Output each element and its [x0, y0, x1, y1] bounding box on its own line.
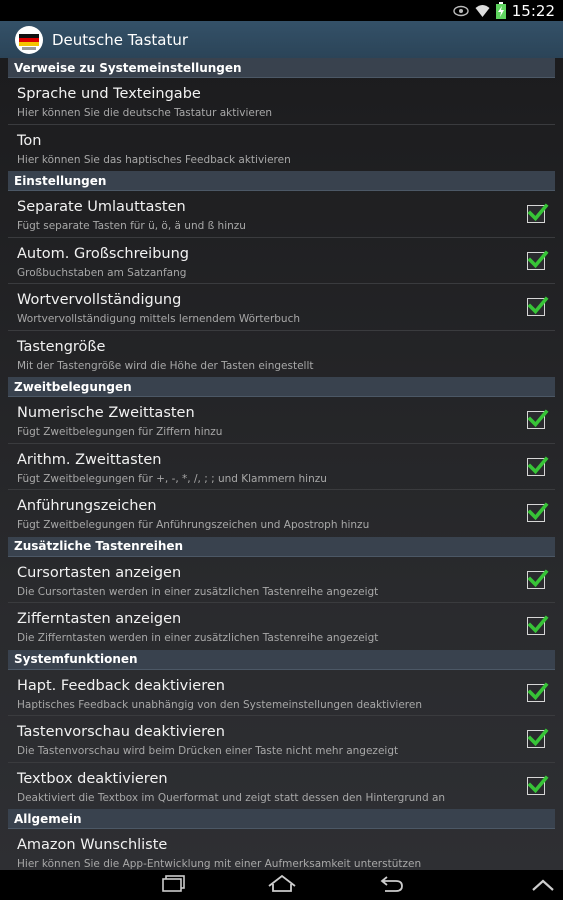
preference-summary: Die Zifferntasten werden in einer zusätz…: [17, 632, 379, 644]
status-time: 15:22: [511, 1, 555, 20]
home-icon[interactable]: [266, 874, 298, 898]
preference-item[interactable]: Textbox deaktivieren Deaktiviert die Text…: [8, 763, 555, 810]
checkmark-icon: [527, 681, 549, 700]
preference-list[interactable]: Verweise zu Systemeinstellungen Sprache u…: [0, 58, 563, 870]
eye-icon: [453, 5, 469, 17]
action-bar: Deutsche Tastatur: [0, 21, 563, 58]
preference-title: Autom. Großschreibung: [17, 245, 189, 262]
preference-checkbox[interactable]: [527, 615, 549, 635]
recent-apps-icon[interactable]: [161, 874, 187, 898]
preference-title: Sprache und Texteingabe: [17, 86, 201, 102]
checkmark-icon: [527, 615, 549, 634]
preference-item[interactable]: Arithm. Zweittasten Fügt Zweitbelegungen …: [8, 444, 555, 490]
preference-title: Hapt. Feedback deaktivieren: [17, 677, 225, 694]
checkmark-icon: [527, 409, 549, 428]
preference-item[interactable]: Hapt. Feedback deaktivieren Haptisches Fe…: [8, 670, 555, 716]
preference-title: Zifferntasten anzeigen: [17, 611, 182, 627]
preference-item[interactable]: Sprache und Texteingabe Hier können Sie d…: [8, 78, 555, 125]
preference-title: Numerische Zweittasten: [17, 405, 195, 421]
wifi-icon: [475, 4, 490, 18]
section-header: Zusätzliche Tastenreihen: [8, 536, 555, 557]
section-header: Systemfunktionen: [8, 649, 555, 670]
checkmark-icon: [527, 249, 549, 268]
checkmark-icon: [527, 203, 549, 222]
preference-summary: Haptisches Feedback unabhängig von den S…: [17, 698, 422, 711]
preference-checkbox[interactable]: [527, 455, 549, 476]
preference-item[interactable]: Anführungszeichen Fügt Zweitbelegungen fü…: [8, 490, 555, 537]
preference-summary: Hier können Sie das haptisches Feedback …: [17, 153, 291, 166]
status-bar: 15:22: [0, 0, 563, 21]
preference-summary: Hier können Sie die deutsche Tastatur ak…: [17, 107, 273, 119]
section-header: Einstellungen: [8, 171, 555, 191]
preference-checkbox[interactable]: [527, 203, 549, 223]
preference-checkbox[interactable]: [527, 568, 549, 589]
preference-item[interactable]: Ton Hier können Sie das haptisches Feedba…: [8, 125, 555, 172]
preference-title: Textbox deaktivieren: [17, 770, 168, 787]
preference-summary: Großbuchstaben am Satzanfang: [17, 266, 187, 279]
preference-summary: Die Cursortasten werden in einer zusätzl…: [17, 585, 379, 598]
checkmark-icon: [527, 568, 549, 587]
battery-charging-icon: [495, 2, 506, 19]
preference-checkbox[interactable]: [527, 249, 549, 270]
section-header: Verweise zu Systemeinstellungen: [8, 58, 555, 78]
preference-summary: Fügt Zweitbelegungen für Anführungszeich…: [17, 519, 370, 531]
preference-title: Wortvervollständigung: [17, 292, 182, 308]
checkmark-icon: [527, 502, 549, 521]
preference-checkbox[interactable]: [527, 296, 549, 316]
preference-checkbox[interactable]: [527, 409, 549, 429]
preference-checkbox[interactable]: [527, 681, 549, 702]
preference-summary: Deaktiviert die Textbox im Querformat un…: [17, 791, 446, 804]
preference-checkbox[interactable]: [527, 728, 549, 748]
section-header: Zweitbelegungen: [8, 377, 555, 397]
preference-summary: Mit der Tastengröße wird die Höhe der Ta…: [17, 359, 314, 372]
preference-item[interactable]: Numerische Zweittasten Fügt Zweitbelegung…: [8, 397, 555, 444]
preference-title: Tastenvorschau deaktivieren: [17, 724, 225, 740]
preference-title: Anführungszeichen: [17, 498, 157, 514]
preference-title: Separate Umlauttasten: [17, 199, 186, 215]
preference-item[interactable]: Tastenvorschau deaktivieren Die Tastenvor…: [8, 716, 555, 763]
preference-item[interactable]: Zifferntasten anzeigen Die Zifferntasten …: [8, 603, 555, 650]
preference-checkbox[interactable]: [527, 774, 549, 795]
back-icon[interactable]: [378, 874, 406, 898]
preference-title: Amazon Wunschliste: [17, 837, 168, 853]
preference-title: Arithm. Zweittasten: [17, 451, 162, 468]
preference-summary: Wortvervollständigung mittels lernendem …: [17, 313, 301, 325]
checkmark-icon: [527, 774, 549, 793]
preference-checkbox[interactable]: [527, 502, 549, 522]
preference-summary: Fügt separate Tasten für ü, ö, ä und ß h…: [17, 220, 246, 232]
preference-summary: Hier können Sie die App-Entwicklung mit …: [17, 858, 422, 870]
section-header: Allgemein: [8, 809, 555, 829]
app-title: Deutsche Tastatur: [52, 30, 189, 49]
navigation-bar: [0, 870, 563, 900]
preference-summary: Fügt Zweitbelegungen für Ziffern hinzu: [17, 426, 223, 438]
preference-title: Cursortasten anzeigen: [17, 564, 182, 581]
preference-summary: Fügt Zweitbelegungen für +, -, *, /, ; ;…: [17, 472, 327, 485]
preference-title: Ton: [17, 132, 42, 149]
checkmark-icon: [527, 728, 549, 747]
preference-item[interactable]: Autom. Großschreibung Großbuchstaben am S…: [8, 238, 555, 284]
preference-item[interactable]: Cursortasten anzeigen Die Cursortasten we…: [8, 557, 555, 603]
preference-item[interactable]: Amazon Wunschliste Hier können Sie die Ap…: [8, 829, 555, 870]
preference-summary: Die Tastenvorschau wird beim Drücken ein…: [17, 745, 399, 757]
preference-item[interactable]: Wortvervollständigung Wortvervollständigu…: [8, 284, 555, 331]
checkmark-icon: [527, 455, 549, 474]
checkmark-icon: [527, 296, 549, 315]
preference-item[interactable]: Tastengröße Mit der Tastengröße wird die …: [8, 331, 555, 378]
preference-title: Tastengröße: [17, 338, 106, 355]
german-keyboard-icon[interactable]: [14, 25, 44, 55]
chevron-up-icon[interactable]: [531, 877, 555, 896]
preference-item[interactable]: Separate Umlauttasten Fügt separate Taste…: [8, 191, 555, 238]
